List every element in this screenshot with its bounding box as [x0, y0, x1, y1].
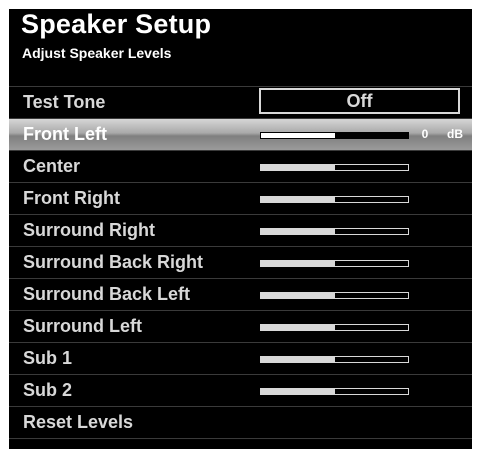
- level-slider[interactable]: [260, 292, 409, 299]
- speaker-label: Surround Back Right: [23, 252, 204, 272]
- speaker-row-surround-back-right[interactable]: Surround Back Right: [9, 247, 472, 279]
- level-slider-fill: [261, 293, 335, 298]
- level-slider[interactable]: [260, 132, 409, 139]
- speaker-row-center[interactable]: Center: [9, 151, 472, 183]
- speaker-row-front-left[interactable]: Front Left 0 dB: [9, 119, 472, 151]
- speaker-label: Sub 1: [23, 348, 73, 368]
- level-slider[interactable]: [260, 260, 409, 267]
- speaker-label: Center: [23, 156, 81, 176]
- header: Speaker Setup Adjust Speaker Levels: [9, 9, 472, 87]
- test-tone-toggle[interactable]: Off: [259, 88, 460, 114]
- speaker-row-surround-back-left[interactable]: Surround Back Left: [9, 279, 472, 311]
- speaker-label: Front Left: [23, 124, 107, 144]
- level-slider[interactable]: [260, 164, 409, 171]
- reset-levels-label: Reset Levels: [23, 412, 134, 432]
- reset-levels-row[interactable]: Reset Levels: [9, 407, 472, 439]
- level-slider-fill: [261, 325, 335, 330]
- speaker-label: Surround Right: [23, 220, 155, 240]
- level-slider[interactable]: [260, 356, 409, 363]
- level-slider-fill: [261, 197, 335, 202]
- speaker-row-sub-1[interactable]: Sub 1: [9, 343, 472, 375]
- level-slider-fill: [261, 165, 335, 170]
- level-slider[interactable]: [260, 388, 409, 395]
- level-slider[interactable]: [260, 324, 409, 331]
- level-slider-fill: [261, 133, 335, 138]
- test-tone-row[interactable]: Test Tone Off: [9, 87, 472, 119]
- speaker-level-list: Test Tone Off Front Left 0 dB Center Front R…: [9, 87, 472, 439]
- page-subtitle: Adjust Speaker Levels: [22, 45, 172, 61]
- level-unit: dB: [447, 127, 463, 141]
- speaker-row-front-right[interactable]: Front Right: [9, 183, 472, 215]
- speaker-setup-screen: Speaker Setup Adjust Speaker Levels Test…: [9, 9, 472, 449]
- speaker-row-surround-right[interactable]: Surround Right: [9, 215, 472, 247]
- test-tone-label: Test Tone: [23, 92, 106, 112]
- level-slider[interactable]: [260, 196, 409, 203]
- page-title: Speaker Setup: [21, 9, 212, 39]
- level-slider-fill: [261, 261, 335, 266]
- speaker-label: Surround Back Left: [23, 284, 191, 304]
- level-slider-fill: [261, 389, 335, 394]
- level-value: 0: [421, 127, 429, 141]
- speaker-row-sub-2[interactable]: Sub 2: [9, 375, 472, 407]
- speaker-label: Front Right: [23, 188, 120, 208]
- level-slider-fill: [261, 357, 335, 362]
- speaker-label: Sub 2: [23, 380, 73, 400]
- level-slider[interactable]: [260, 228, 409, 235]
- level-slider-fill: [261, 229, 335, 234]
- speaker-row-surround-left[interactable]: Surround Left: [9, 311, 472, 343]
- speaker-label: Surround Left: [23, 316, 142, 336]
